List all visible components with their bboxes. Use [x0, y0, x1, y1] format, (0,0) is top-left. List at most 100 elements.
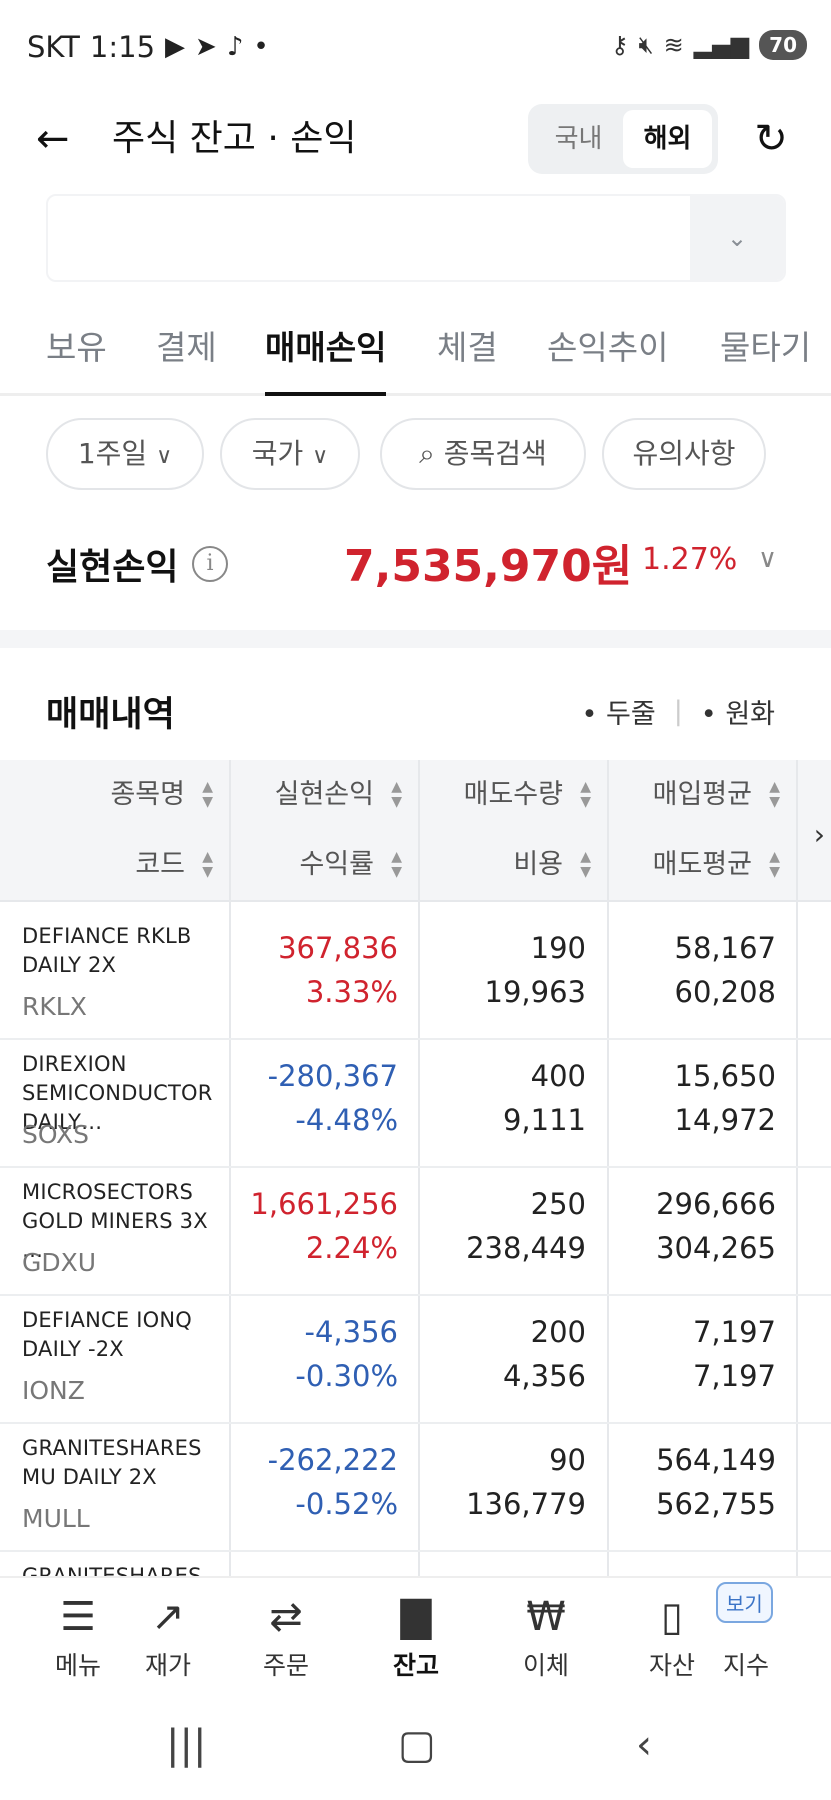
nav-menu[interactable]: ☰ 메뉴 — [28, 1592, 128, 1682]
sell-avg-value: 60,208 — [674, 975, 776, 1009]
hamburger-icon: ☰ — [60, 1594, 96, 1640]
realized-pnl-amount: 7,535,970원 — [344, 541, 633, 592]
tab-bar: 보유 결제 매매손익 체결 손익추이 물타기 — [0, 320, 831, 396]
period-filter-chip[interactable]: 1주일 ∨ — [46, 418, 204, 490]
stock-search-chip[interactable]: ⌕ 종목검색 — [380, 418, 586, 490]
realized-pnl-value: 367,836 — [278, 931, 398, 965]
account-select[interactable]: ⌄ — [46, 194, 786, 282]
carrier-label: SKT — [27, 30, 80, 64]
nav-transfer[interactable]: ₩ 이체 — [496, 1592, 596, 1682]
home-icon[interactable]: ▢ — [398, 1722, 436, 1768]
stock-code: IONZ — [22, 1376, 85, 1405]
stock-name: DEFIANCE IONQ DAILY -2X — [22, 1308, 192, 1361]
trade-history-title: 매매내역 — [46, 695, 175, 735]
realized-pnl-value: -262,222 — [267, 1443, 398, 1477]
cost-value: 4,356 — [502, 1359, 586, 1393]
wifi-icon: ≋ — [663, 31, 684, 59]
app-header: ← 주식 잔고 · 손익 국내 해외 ↻ — [0, 96, 831, 196]
return-rate-value: 3.33% — [305, 975, 398, 1009]
trade-table: 종목명 ▲ ▼ 실현손익 ▲ ▼ 매도수량 ▲ ▼ 매입평균 ▲ ▼ 코드 ▲ ▼ 수익률 ▲ ▼ 비용… — [0, 760, 831, 1576]
krw-toggle[interactable]: • 원화 — [701, 692, 775, 731]
table-row[interactable]: GRANITESHARES MU DAILY 2X MULL -262,222 -0.… — [0, 1424, 831, 1552]
notice-chip[interactable]: 유의사항 — [602, 418, 766, 490]
tab-settlement[interactable]: 결제 — [156, 320, 217, 396]
sort-icon: ▲ ▼ — [769, 849, 780, 880]
table-row[interactable]: DIREXION SEMICONDUCTOR DAILY… SOXS -280,36… — [0, 1040, 831, 1168]
stock-code: SOXS — [22, 1120, 89, 1149]
status-bar: SKT 1:15 ▶ ➤ ♪ • ⚷ 🔇︎ ≋ ▂▄▆ 70 — [0, 0, 831, 96]
table-row[interactable]: DEFIANCE RKLB DAILY 2X RKLX 367,836 3.33% 19… — [0, 912, 831, 1040]
chevron-down-icon[interactable]: ∨ — [758, 544, 777, 574]
stock-name: GRANITESHARES MU DAILY 2X — [22, 1436, 202, 1489]
header-label: 종목명 — [110, 779, 185, 810]
tab-pnl-trend[interactable]: 손익추이 — [547, 320, 668, 396]
return-rate-value: -0.30% — [295, 1359, 398, 1393]
dot-icon: • — [253, 32, 269, 62]
krw-label: 원화 — [725, 699, 775, 730]
stock-code: MULL — [22, 1504, 90, 1533]
header-sell-qty[interactable]: 매도수량 ▲ ▼ — [420, 760, 607, 830]
back-nav-icon[interactable]: ‹ — [636, 1722, 652, 1768]
info-icon[interactable]: i — [192, 546, 228, 582]
swap-arrows-icon: ⇄ — [269, 1594, 303, 1640]
table-row[interactable]: MICROSECTORS GOLD MINERS 3X … GDXU 1,661,2… — [0, 1168, 831, 1296]
region-overseas-button[interactable]: 해외 — [623, 110, 712, 168]
nav-order[interactable]: ⇄ 주문 — [236, 1592, 336, 1682]
sort-icon: ▲ ▼ — [202, 849, 213, 880]
page-title: 주식 잔고 · 손익 — [112, 118, 357, 159]
chevron-right-icon[interactable]: › — [814, 818, 825, 851]
header-buy-avg[interactable]: 매입평균 ▲ ▼ — [609, 760, 796, 830]
chart-icon: ↗ — [151, 1594, 185, 1640]
back-arrow-icon[interactable]: ← — [36, 114, 86, 164]
table-row[interactable]: GRANITESHARES — [0, 1552, 831, 1576]
tab-executions[interactable]: 체결 — [437, 320, 498, 396]
sort-icon: ▲ ▼ — [391, 779, 402, 810]
chevron-down-icon[interactable]: ⌄ — [690, 196, 784, 280]
nav-rebalance[interactable]: ↗ 재가 — [118, 1592, 218, 1682]
view-badge[interactable]: 보기 — [716, 1582, 773, 1623]
nav-balance[interactable]: ▇ 잔고 — [366, 1592, 466, 1682]
header-return-rate[interactable]: 수익률 ▲ ▼ — [231, 830, 418, 900]
nav-label: 지수 — [722, 1651, 769, 1680]
sell-qty-value: 90 — [549, 1443, 586, 1477]
table-row[interactable]: DEFIANCE IONQ DAILY -2X IONZ -4,356 -0.30% 2… — [0, 1296, 831, 1424]
tab-averaging[interactable]: 물타기 — [720, 320, 811, 396]
nav-label: 이체 — [522, 1651, 569, 1680]
tab-trade-pnl[interactable]: 매매손익 — [265, 320, 387, 396]
tab-holdings[interactable]: 보유 — [46, 320, 107, 396]
header-label: 수익률 — [299, 849, 374, 880]
return-rate-value: -4.48% — [295, 1103, 398, 1137]
stock-search-label: 종목검색 — [443, 437, 547, 470]
system-nav-bar: ||| ▢ ‹ — [0, 1692, 831, 1800]
realized-pnl-value: -280,367 — [267, 1059, 398, 1093]
return-rate-value: -0.52% — [295, 1487, 398, 1521]
sell-qty-value: 190 — [530, 931, 586, 965]
key-icon: ⚷ — [610, 31, 629, 59]
header-sell-avg[interactable]: 매도평균 ▲ ▼ — [609, 830, 796, 900]
clock: 1:15 — [89, 30, 156, 64]
won-transfer-icon: ₩ — [526, 1594, 566, 1640]
recent-apps-icon[interactable]: ||| — [166, 1722, 206, 1768]
sort-icon: ▲ ▼ — [580, 779, 591, 810]
region-toggle: 국내 해외 — [528, 104, 718, 174]
two-line-toggle[interactable]: • 두줄 — [581, 692, 655, 731]
realized-pnl-summary[interactable]: 실현손익 i 7,535,970원 1.27% ∨ — [0, 530, 831, 600]
country-filter-chip[interactable]: 국가 ∨ — [220, 418, 360, 490]
country-filter-label: 국가 — [251, 437, 304, 470]
battery-indicator: 70 — [759, 30, 807, 60]
header-realized-pnl[interactable]: 실현손익 ▲ ▼ — [231, 760, 418, 830]
header-label: 매도수량 — [463, 779, 563, 810]
header-stock-name[interactable]: 종목명 ▲ ▼ — [0, 760, 229, 830]
sort-icon: ▲ ▼ — [391, 849, 402, 880]
header-label: 실현손익 — [274, 779, 374, 810]
cost-value: 136,779 — [466, 1487, 586, 1521]
sell-avg-value: 7,197 — [692, 1359, 776, 1393]
table-header: 종목명 ▲ ▼ 실현손익 ▲ ▼ 매도수량 ▲ ▼ 매입평균 ▲ ▼ 코드 ▲ ▼ 수익률 ▲ ▼ 비용… — [0, 760, 831, 902]
refresh-icon[interactable]: ↻ — [746, 114, 796, 164]
bottom-nav: ☰ 메뉴 ↗ 재가 ⇄ 주문 ▇ 잔고 ₩ 이체 ▯ 자산 지수 보기 — [0, 1576, 831, 1692]
header-code[interactable]: 코드 ▲ ▼ — [0, 830, 229, 900]
header-cost[interactable]: 비용 ▲ ▼ — [420, 830, 607, 900]
search-icon: ⌕ — [419, 437, 435, 470]
stock-name: DEFIANCE RKLB DAILY 2X — [22, 924, 192, 977]
region-domestic-button[interactable]: 국내 — [534, 110, 623, 168]
